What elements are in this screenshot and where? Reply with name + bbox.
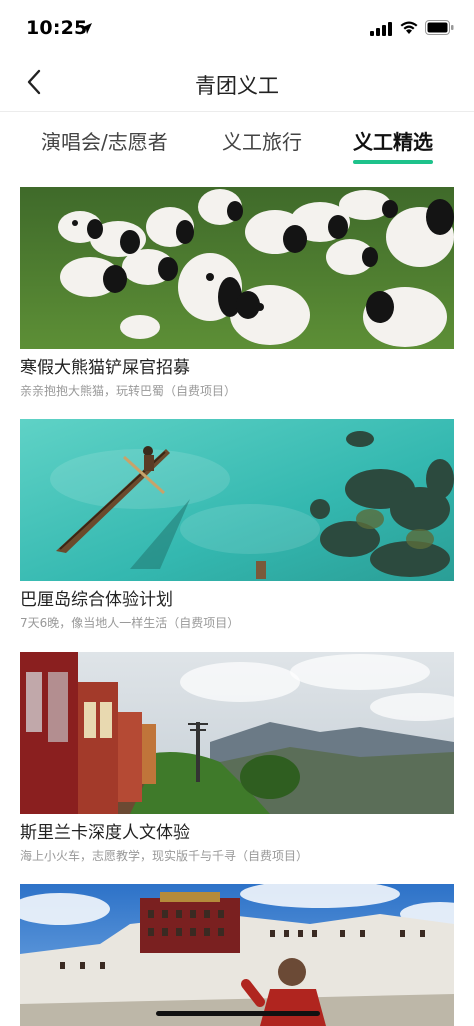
- card-subtitle: 亲亲抱抱大熊猫，玩转巴蜀（自费项目）: [20, 384, 237, 398]
- cellular-signal-icon: [370, 21, 392, 40]
- active-tab-indicator: [353, 160, 433, 164]
- sri-lanka-train-photo: [20, 652, 454, 814]
- bali-canoe-photo: [20, 419, 454, 581]
- wifi-icon: [399, 20, 419, 39]
- card-title: 寒假大熊猫铲屎官招募: [20, 358, 190, 378]
- location-arrow-icon: [80, 20, 93, 39]
- tab-volunteer-travel[interactable]: 义工旅行: [222, 126, 302, 155]
- project-card[interactable]: [20, 884, 454, 1026]
- status-time: 10:25: [26, 17, 88, 39]
- page-title: 青团义工: [195, 74, 279, 98]
- project-card[interactable]: 寒假大熊猫铲屎官招募 亲亲抱抱大熊猫，玩转巴蜀（自费项目）: [20, 187, 454, 399]
- battery-icon: [425, 20, 454, 39]
- project-card[interactable]: 斯里兰卡深度人文体验 海上小火车，志愿教学，现实版千与千寻（自费项目）: [20, 652, 454, 864]
- tab-concert-volunteer[interactable]: 演唱会/志愿者: [41, 126, 168, 155]
- card-subtitle: 海上小火车，志愿教学，现实版千与千寻（自费项目）: [20, 849, 309, 863]
- status-bar: 10:25: [0, 0, 474, 56]
- card-title: 巴厘岛综合体验计划: [20, 590, 173, 610]
- potala-palace-photo: [20, 884, 454, 1026]
- panda-cubs-photo: [20, 187, 454, 349]
- nav-bar: 青团义工: [0, 56, 474, 112]
- tab-volunteer-featured[interactable]: 义工精选: [353, 126, 433, 155]
- card-title: 斯里兰卡深度人文体验: [20, 823, 190, 843]
- project-card[interactable]: 巴厘岛综合体验计划 7天6晚，像当地人一样生活（自费项目）: [20, 419, 454, 631]
- card-subtitle: 7天6晚，像当地人一样生活（自费项目）: [20, 616, 240, 630]
- home-indicator: [156, 1011, 320, 1016]
- tab-bar: 演唱会/志愿者 义工旅行 义工精选: [0, 112, 474, 172]
